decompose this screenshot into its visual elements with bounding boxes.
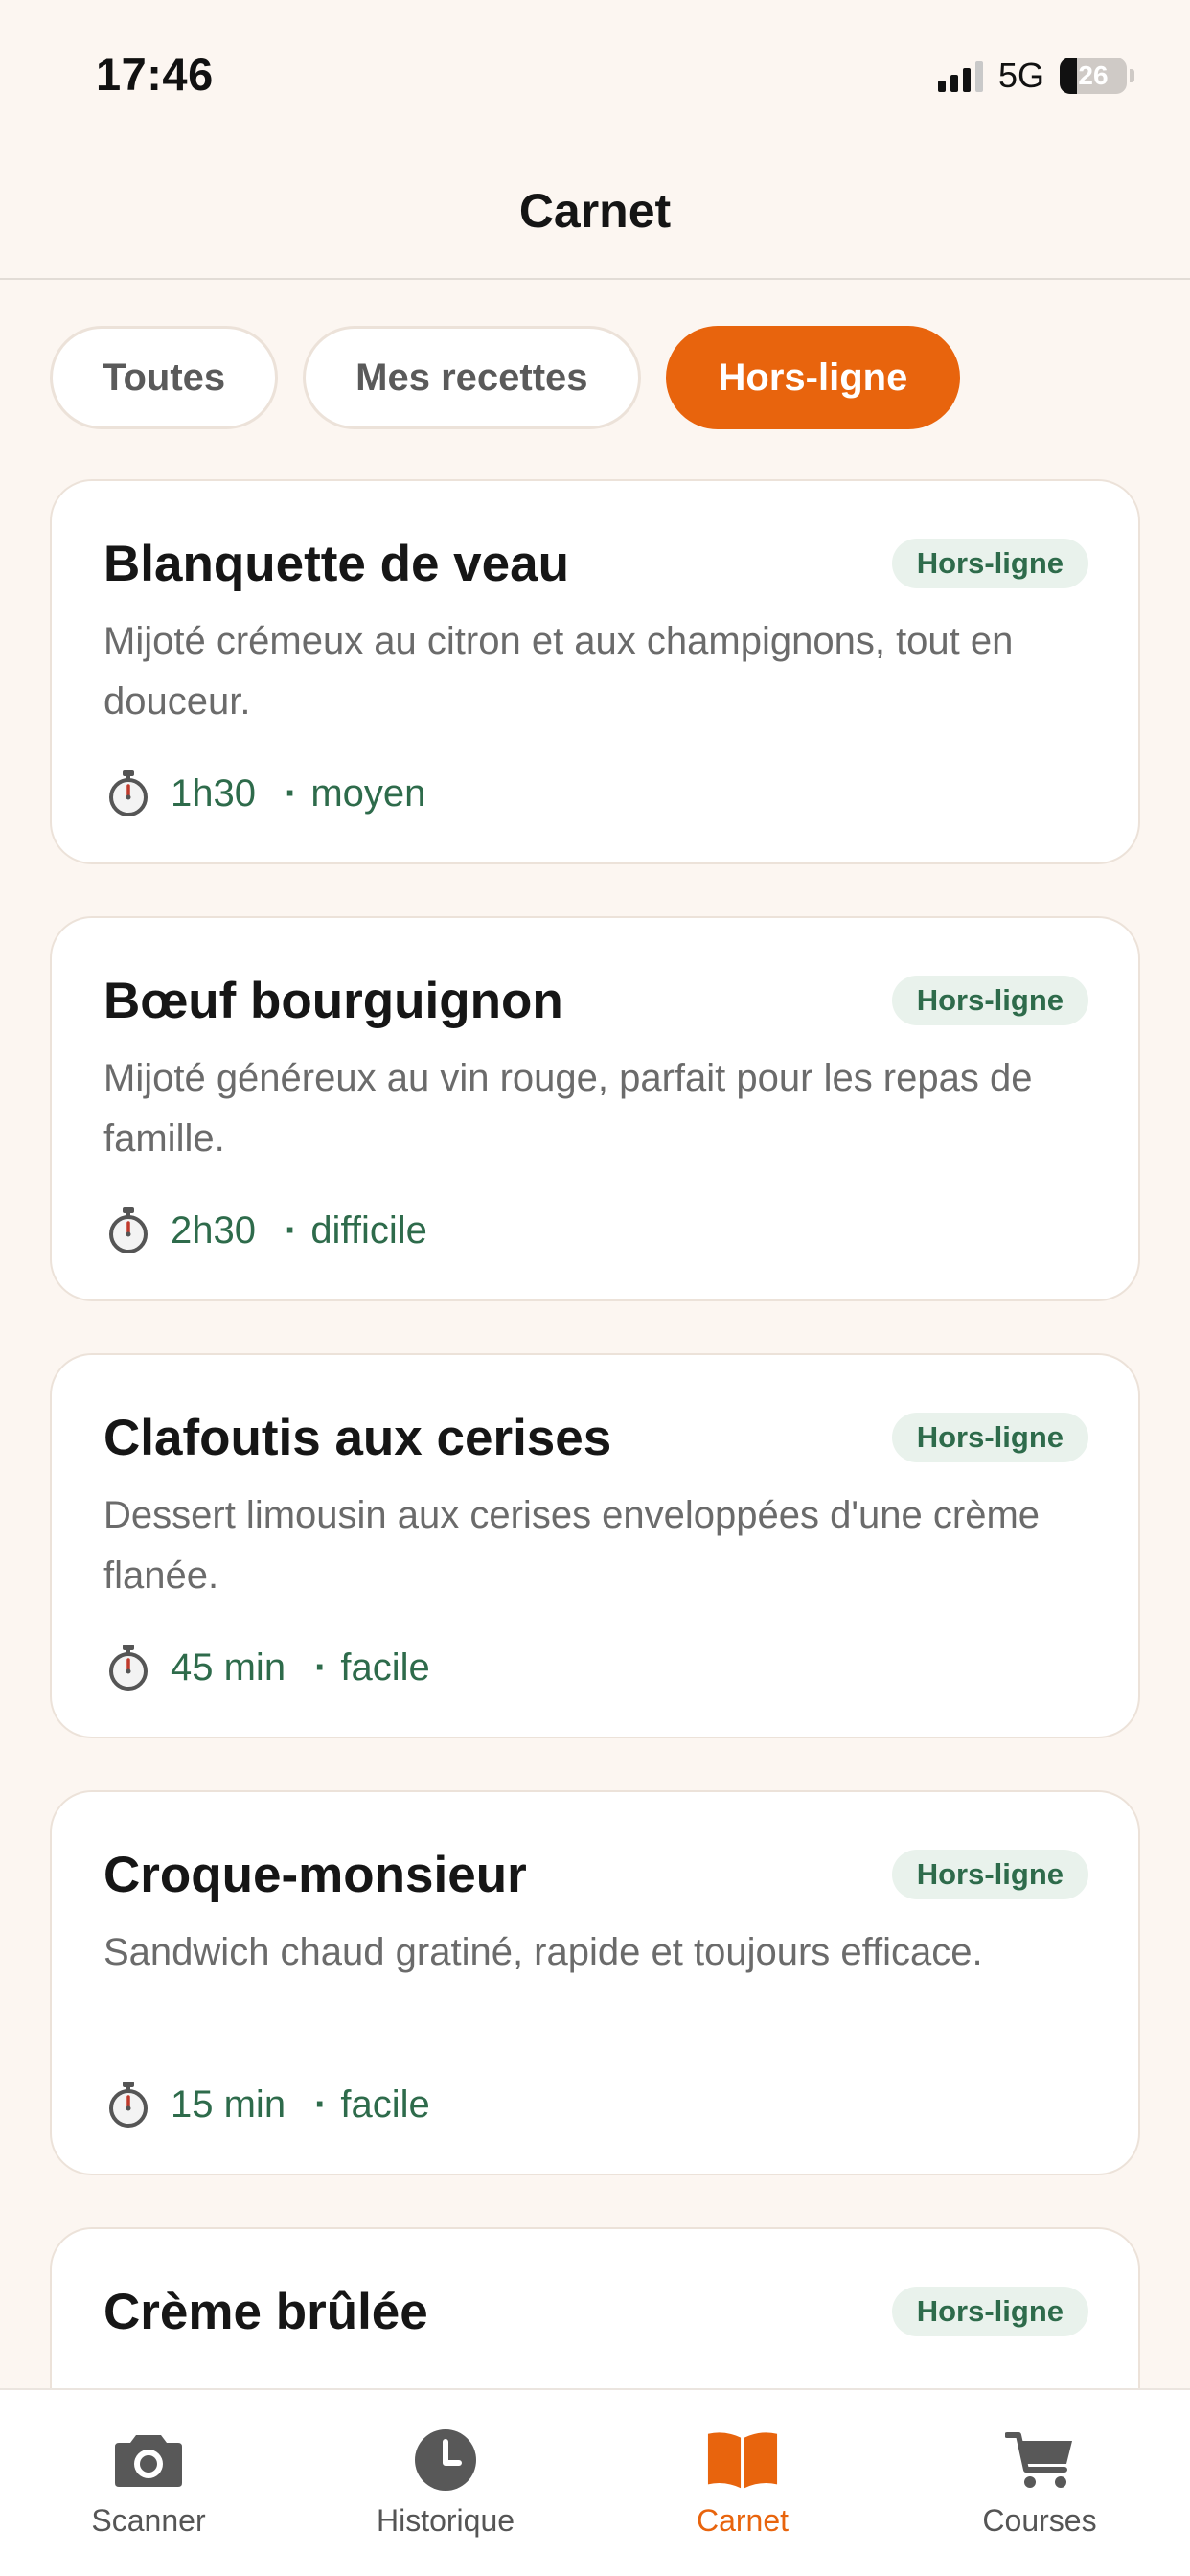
screen: 17:46 5G 26 Carnet Toutes Mes recettes H… (0, 0, 1190, 2576)
recipe-level: moyen (310, 771, 426, 815)
nav-label: Courses (982, 2503, 1097, 2538)
nav-item-historique[interactable]: Historique (331, 2428, 561, 2539)
filter-chip-hors-ligne[interactable]: Hors-ligne (665, 326, 961, 429)
clock-icon (409, 2428, 482, 2492)
recipe-card[interactable]: Bœuf bourguignon Hors-ligne Mijoté génér… (50, 916, 1140, 1301)
nav-label: Scanner (91, 2503, 206, 2538)
battery-icon: 26 (1060, 58, 1127, 94)
recipe-level: facile (340, 2082, 430, 2126)
recipe-description: Mijoté généreux au vin rouge, parfait po… (103, 1057, 1033, 1160)
offline-badge: Hors-ligne (891, 2287, 1088, 2336)
recipe-time: 1h30 (171, 771, 256, 815)
recipe-meta: 15 min · facile (103, 2080, 430, 2129)
meta-separator: · (314, 2082, 328, 2126)
status-indicators: 5G 26 (937, 56, 1134, 96)
battery-cap (1130, 69, 1134, 82)
meta-separator: · (284, 1208, 298, 1252)
recipe-meta: 45 min · facile (103, 1643, 430, 1692)
recipe-level: facile (340, 1645, 430, 1689)
recipe-card[interactable]: Clafoutis aux cerises Hors-ligne Dessert… (50, 1353, 1140, 1738)
recipe-card[interactable]: Blanquette de veau Hors-ligne Mijoté cré… (50, 479, 1140, 864)
nav-item-carnet[interactable]: Carnet (628, 2428, 858, 2539)
page-title: Carnet (518, 184, 672, 238)
signal-icon (937, 59, 983, 92)
nav-item-scanner[interactable]: Scanner (34, 2428, 263, 2539)
recipe-card[interactable]: Croque-monsieur Hors-ligne Sandwich chau… (50, 1790, 1140, 2175)
recipe-list: Blanquette de veau Hors-ligne Mijoté cré… (50, 479, 1140, 2576)
network-type: 5G (997, 56, 1044, 95)
recipe-meta: 2h30 · difficile (103, 1206, 427, 1255)
offline-badge: Hors-ligne (891, 539, 1088, 588)
bottom-nav: Scanner Historique Carnet Courses (0, 2388, 1190, 2576)
recipe-time: 45 min (171, 1645, 286, 1689)
meta-separator: · (314, 1645, 328, 1689)
recipe-description: Dessert limousin aux cerises enveloppées… (103, 1494, 1041, 1597)
recipe-description: Sandwich chaud gratiné, rapide et toujou… (103, 1931, 983, 1973)
timer-icon (109, 770, 148, 816)
recipe-meta: 1h30 · moyen (103, 769, 425, 818)
timer-icon (109, 1208, 148, 1254)
recipe-level: difficile (310, 1208, 427, 1252)
status-bar: 17:46 5G 26 (0, 0, 1190, 144)
nav-label: Historique (376, 2503, 515, 2538)
timer-icon (109, 1644, 148, 1690)
nav-label: Carnet (696, 2503, 790, 2538)
offline-badge: Hors-ligne (891, 1850, 1088, 1899)
recipe-time: 15 min (171, 2082, 286, 2126)
recipe-description: Mijoté crémeux au citron et aux champign… (103, 620, 1014, 723)
filter-chip-mes-recettes[interactable]: Mes recettes (303, 326, 641, 429)
app-header: Carnet (0, 144, 1190, 280)
offline-badge: Hors-ligne (891, 1413, 1088, 1462)
battery-level: 26 (1078, 60, 1109, 90)
cart-icon (1003, 2428, 1076, 2492)
book-icon (706, 2428, 779, 2492)
camera-icon (112, 2428, 185, 2492)
timer-icon (109, 2082, 148, 2128)
filter-chip-toutes[interactable]: Toutes (50, 326, 279, 429)
nav-item-courses[interactable]: Courses (925, 2428, 1155, 2539)
offline-badge: Hors-ligne (891, 976, 1088, 1025)
meta-separator: · (284, 771, 298, 815)
filter-chips: Toutes Mes recettes Hors-ligne (50, 326, 961, 429)
recipe-time: 2h30 (171, 1208, 256, 1252)
status-time: 17:46 (96, 49, 214, 100)
